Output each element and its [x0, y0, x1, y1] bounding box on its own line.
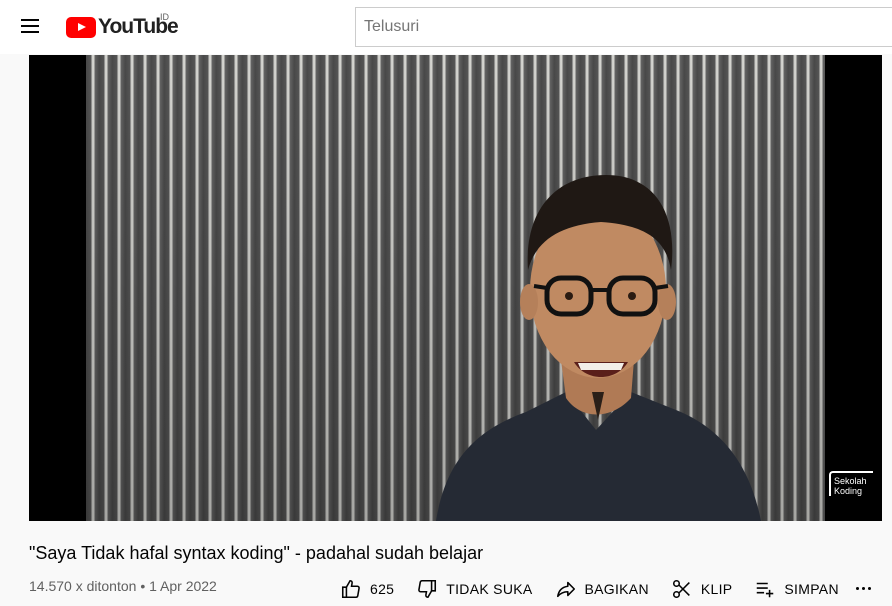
- hamburger-menu-icon[interactable]: [12, 8, 48, 44]
- view-count: 14.570 x ditonton: [29, 578, 137, 594]
- thumbs-down-icon: [418, 579, 437, 599]
- more-actions-icon[interactable]: [850, 575, 876, 601]
- scissors-icon: [672, 579, 690, 599]
- watermark-line-1: Sekolah: [834, 476, 867, 486]
- playlist-add-icon: [757, 582, 774, 598]
- dislike-button[interactable]: TIDAK SUKA: [416, 578, 532, 600]
- like-count: 625: [370, 581, 395, 597]
- video-meta: 14.570 x ditonton • 1 Apr 2022: [29, 578, 217, 594]
- like-button[interactable]: 625: [340, 578, 394, 600]
- thumbs-up-icon: [341, 579, 360, 599]
- save-button[interactable]: SIMPAN: [754, 578, 839, 600]
- clip-button[interactable]: KLIP: [671, 578, 733, 600]
- meta-separator: •: [140, 578, 146, 594]
- video-actions: 625 TIDAK SUKA BAGIKAN KLIP SIMPAN: [340, 574, 861, 604]
- watermark-line-2: Koding: [834, 486, 863, 496]
- share-button[interactable]: BAGIKAN: [555, 578, 649, 600]
- search-input[interactable]: [364, 18, 892, 36]
- video-title: "Saya Tidak hafal syntax koding" - padah…: [29, 543, 484, 563]
- dislike-label: TIDAK SUKA: [446, 581, 533, 597]
- share-icon: [556, 581, 575, 598]
- region-code: ID: [160, 12, 169, 22]
- upload-date: 1 Apr 2022: [149, 578, 217, 594]
- youtube-play-icon: [66, 16, 96, 38]
- share-label: BAGIKAN: [584, 581, 649, 597]
- save-label: SIMPAN: [784, 581, 839, 597]
- video-frame[interactable]: [86, 55, 825, 521]
- presenter-figure: [436, 175, 761, 521]
- channel-watermark: Sekolah Koding: [829, 471, 873, 496]
- video-player[interactable]: Sekolah Koding: [29, 55, 882, 521]
- clip-label: KLIP: [700, 581, 733, 597]
- search-box[interactable]: [355, 7, 892, 47]
- masthead: YouTube ID: [0, 0, 892, 54]
